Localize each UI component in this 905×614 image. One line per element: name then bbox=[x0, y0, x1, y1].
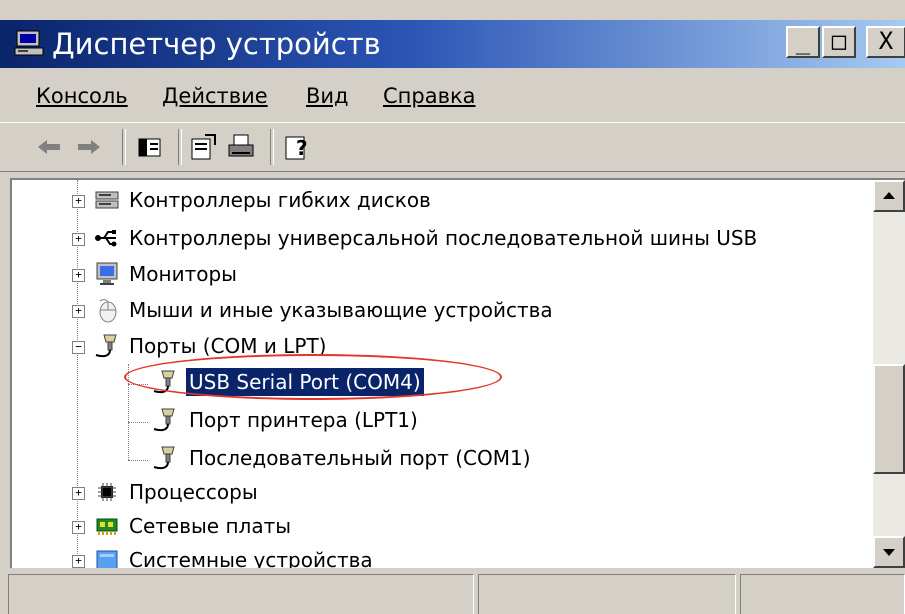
show-hide-tree-icon[interactable] bbox=[134, 131, 164, 163]
tree-item-processors[interactable]: + Процессоры bbox=[72, 476, 872, 510]
system-device-icon bbox=[96, 550, 118, 568]
print-icon[interactable] bbox=[226, 131, 256, 163]
tree-item-mice[interactable]: + Мыши и иные указывающие устройства bbox=[72, 294, 872, 328]
vertical-scrollbar[interactable] bbox=[873, 180, 905, 568]
toolbar-separator bbox=[122, 129, 126, 165]
svg-text:?: ? bbox=[296, 136, 308, 160]
expand-toggle[interactable]: + bbox=[72, 233, 85, 246]
tree-item-usb-controllers[interactable]: + Контроллеры универсальной последовател… bbox=[72, 222, 882, 256]
arrow-down-icon bbox=[883, 549, 895, 556]
floppy-controller-icon bbox=[95, 191, 119, 209]
forward-icon[interactable] bbox=[74, 131, 104, 163]
maximize-button[interactable]: □ bbox=[822, 26, 856, 58]
close-button[interactable]: X bbox=[866, 26, 905, 58]
tree-item-system-devices[interactable]: + Системные устройства bbox=[72, 544, 872, 568]
tree-item-label: Контроллеры универсальной последовательн… bbox=[129, 226, 758, 250]
expand-toggle[interactable]: + bbox=[72, 269, 85, 282]
status-pane bbox=[478, 574, 736, 614]
menu-bar: Консоль Действие Вид Справка bbox=[0, 68, 905, 122]
annotation-ellipse bbox=[124, 354, 502, 400]
status-pane bbox=[8, 574, 474, 614]
usb-controller-icon bbox=[95, 230, 117, 247]
expand-toggle[interactable]: + bbox=[72, 521, 85, 534]
status-pane bbox=[740, 574, 905, 614]
tree-item-printer-port[interactable]: Порт принтера (LPT1) bbox=[152, 404, 612, 438]
tree-item-label: Последовательный порт (COM1) bbox=[189, 446, 531, 470]
menu-help[interactable]: Справка bbox=[383, 84, 476, 108]
window-title: Диспетчер устройств bbox=[52, 27, 381, 61]
scroll-down-button[interactable] bbox=[873, 536, 905, 568]
expand-toggle[interactable]: + bbox=[72, 305, 85, 318]
help-icon[interactable]: ? bbox=[282, 131, 312, 163]
toolbar: ? bbox=[0, 122, 905, 172]
menu-view[interactable]: Вид bbox=[306, 84, 349, 108]
tree-item-monitors[interactable]: + Мониторы bbox=[72, 258, 872, 292]
mouse-icon bbox=[99, 299, 117, 323]
device-manager-app-icon bbox=[14, 30, 44, 56]
tree-item-network-cards[interactable]: + Сетевые платы bbox=[72, 510, 872, 544]
expand-toggle[interactable]: + bbox=[72, 555, 85, 568]
scrollbar-thumb[interactable] bbox=[873, 364, 905, 474]
tree-item-label: Мониторы bbox=[129, 262, 237, 286]
title-bar[interactable]: Диспетчер устройств _ □ X bbox=[0, 20, 905, 68]
toolbar-separator bbox=[178, 129, 182, 165]
expand-toggle[interactable]: + bbox=[72, 195, 85, 208]
minimize-button[interactable]: _ bbox=[786, 26, 820, 58]
port-icon bbox=[153, 446, 175, 470]
port-icon bbox=[95, 334, 117, 358]
tree-item-label: Мыши и иные указывающие устройства bbox=[129, 298, 553, 322]
port-icon bbox=[153, 408, 175, 432]
tree-item-label: Системные устройства bbox=[129, 548, 373, 568]
properties-icon[interactable] bbox=[188, 131, 218, 163]
collapse-toggle[interactable]: − bbox=[72, 341, 85, 354]
toolbar-separator bbox=[270, 129, 274, 165]
menu-action[interactable]: Действие bbox=[162, 84, 268, 108]
monitor-icon bbox=[96, 262, 118, 285]
tree-item-floppy-controllers[interactable]: + Контроллеры гибких дисков bbox=[72, 184, 872, 218]
processor-icon bbox=[98, 483, 116, 501]
expand-toggle[interactable]: + bbox=[72, 487, 85, 500]
tree-item-label: Порт принтера (LPT1) bbox=[189, 408, 418, 432]
tree-item-serial-port[interactable]: Последовательный порт (COM1) bbox=[152, 442, 652, 476]
status-bar bbox=[0, 572, 905, 614]
tree-connector-line bbox=[128, 422, 148, 423]
tree-item-label: Процессоры bbox=[129, 480, 258, 504]
tree-item-label: Контроллеры гибких дисков bbox=[129, 188, 431, 212]
tree-connector-line bbox=[128, 460, 148, 461]
tree-item-label: Сетевые платы bbox=[129, 514, 292, 538]
network-card-icon bbox=[96, 518, 118, 535]
menu-console[interactable]: Консоль bbox=[36, 84, 128, 108]
device-manager-window: Диспетчер устройств _ □ X Консоль Действ… bbox=[0, 0, 905, 614]
scroll-up-button[interactable] bbox=[873, 180, 905, 212]
back-icon[interactable] bbox=[34, 131, 64, 163]
arrow-up-icon bbox=[883, 192, 895, 199]
